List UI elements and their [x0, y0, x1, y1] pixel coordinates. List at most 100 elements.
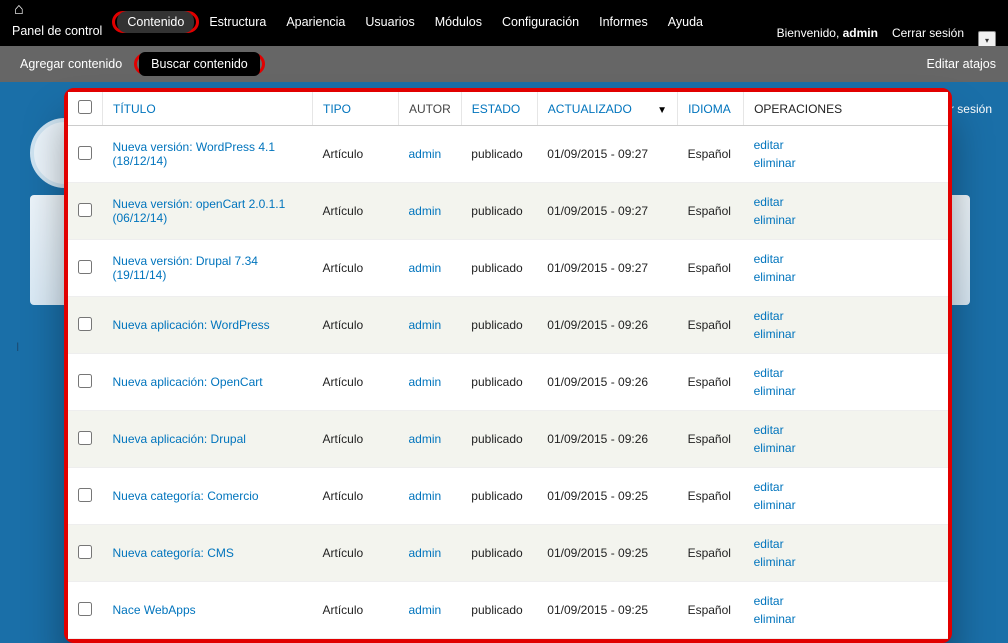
edit-link[interactable]: editar: [754, 421, 938, 439]
menu-contenido[interactable]: Contenido: [117, 11, 194, 33]
author-link[interactable]: admin: [409, 147, 442, 161]
delete-link[interactable]: eliminar: [754, 154, 938, 172]
cell-actualizado: 01/09/2015 - 09:26: [537, 411, 677, 468]
row-checkbox[interactable]: [78, 602, 92, 616]
cell-tipo: Artículo: [313, 354, 399, 411]
cell-actualizado: 01/09/2015 - 09:25: [537, 582, 677, 639]
delete-link[interactable]: eliminar: [754, 496, 938, 514]
menu-estructura[interactable]: Estructura: [199, 11, 276, 33]
delete-link[interactable]: eliminar: [754, 268, 938, 286]
menu-informes[interactable]: Informes: [589, 11, 658, 33]
author-link[interactable]: admin: [409, 261, 442, 275]
bg-stray-text-right: r sesión: [950, 102, 992, 116]
select-all-checkbox[interactable]: [78, 100, 92, 114]
cell-tipo: Artículo: [313, 126, 399, 183]
home-icon[interactable]: ⌂: [14, 2, 24, 18]
author-link[interactable]: admin: [409, 432, 442, 446]
content-title-link[interactable]: Nueva aplicación: WordPress: [113, 318, 270, 332]
cell-actualizado: 01/09/2015 - 09:27: [537, 126, 677, 183]
row-checkbox[interactable]: [78, 146, 92, 160]
row-checkbox[interactable]: [78, 488, 92, 502]
edit-shortcuts-link[interactable]: Editar atajos: [927, 57, 996, 71]
author-link[interactable]: admin: [409, 489, 442, 503]
menu-usuarios[interactable]: Usuarios: [355, 11, 424, 33]
admin-top-bar: ⌂ Panel de control Contenido Estructura …: [0, 0, 1008, 46]
cell-title: Nueva aplicación: OpenCart: [103, 354, 313, 411]
table-row: Nueva versión: WordPress 4.1 (18/12/14) A…: [68, 126, 948, 183]
content-title-link[interactable]: Nueva aplicación: Drupal: [113, 432, 246, 446]
delete-link[interactable]: eliminar: [754, 439, 938, 457]
delete-link[interactable]: eliminar: [754, 610, 938, 628]
row-checkbox-cell: [68, 240, 103, 297]
author-link[interactable]: admin: [409, 603, 442, 617]
content-title-link[interactable]: Nueva aplicación: OpenCart: [113, 375, 263, 389]
delete-link[interactable]: eliminar: [754, 325, 938, 343]
cell-operaciones: editareliminar: [744, 126, 948, 183]
table-row: Nueva aplicación: OpenCart Artículo admin p…: [68, 354, 948, 411]
cell-title: Nueva versión: Drupal 7.34 (19/11/14): [103, 240, 313, 297]
sort-titulo[interactable]: TÍTULO: [113, 102, 156, 116]
author-link[interactable]: admin: [409, 375, 442, 389]
author-link[interactable]: admin: [409, 204, 442, 218]
delete-link[interactable]: eliminar: [754, 211, 938, 229]
cell-estado: publicado: [461, 297, 537, 354]
edit-link[interactable]: editar: [754, 478, 938, 496]
cell-autor: admin: [399, 525, 462, 582]
edit-link[interactable]: editar: [754, 364, 938, 382]
cell-actualizado: 01/09/2015 - 09:25: [537, 468, 677, 525]
row-checkbox[interactable]: [78, 545, 92, 559]
author-link[interactable]: admin: [409, 546, 442, 560]
edit-link[interactable]: editar: [754, 250, 938, 268]
row-checkbox[interactable]: [78, 431, 92, 445]
edit-link[interactable]: editar: [754, 193, 938, 211]
cell-autor: admin: [399, 354, 462, 411]
cell-actualizado: 01/09/2015 - 09:26: [537, 354, 677, 411]
row-checkbox[interactable]: [78, 317, 92, 331]
row-checkbox[interactable]: [78, 374, 92, 388]
menu-ayuda[interactable]: Ayuda: [658, 11, 713, 33]
cell-autor: admin: [399, 183, 462, 240]
row-checkbox[interactable]: [78, 260, 92, 274]
header-operaciones: OPERACIONES: [754, 102, 842, 116]
content-title-link[interactable]: Nueva versión: openCart 2.0.1.1 (06/12/1…: [113, 197, 286, 225]
cell-estado: publicado: [461, 240, 537, 297]
content-title-link[interactable]: Nueva categoría: CMS: [113, 546, 234, 560]
col-estado: ESTADO: [461, 92, 537, 126]
content-title-link[interactable]: Nace WebApps: [113, 603, 196, 617]
cell-tipo: Artículo: [313, 525, 399, 582]
sort-idioma[interactable]: IDIOMA: [688, 102, 731, 116]
row-checkbox[interactable]: [78, 203, 92, 217]
menu-panel-de-control[interactable]: Panel de control: [12, 20, 112, 42]
sort-actualizado[interactable]: ACTUALIZADO: [548, 102, 632, 116]
edit-link[interactable]: editar: [754, 136, 938, 154]
table-row: Nueva aplicación: WordPressArtículoadmin…: [68, 297, 948, 354]
cell-idioma: Español: [678, 354, 744, 411]
content-title-link[interactable]: Nueva versión: Drupal 7.34 (19/11/14): [113, 254, 258, 282]
subbar-agregar-contenido[interactable]: Agregar contenido: [12, 53, 130, 75]
cell-operaciones: editareliminar: [744, 297, 948, 354]
cell-estado: publicado: [461, 354, 537, 411]
col-titulo: TÍTULO: [103, 92, 313, 126]
sort-estado[interactable]: ESTADO: [472, 102, 520, 116]
edit-link[interactable]: editar: [754, 307, 938, 325]
menu-apariencia[interactable]: Apariencia: [276, 11, 355, 33]
cell-operaciones: editareliminar: [744, 411, 948, 468]
logout-link[interactable]: Cerrar sesión: [892, 26, 964, 40]
author-link[interactable]: admin: [409, 318, 442, 332]
edit-link[interactable]: editar: [754, 535, 938, 553]
menu-configuracion[interactable]: Configuración: [492, 11, 589, 33]
sort-tipo[interactable]: TIPO: [323, 102, 351, 116]
cell-operaciones: editareliminar: [744, 240, 948, 297]
col-actualizado: ACTUALIZADO ▼: [537, 92, 677, 126]
cell-title: Nueva categoría: CMS: [103, 525, 313, 582]
content-title-link[interactable]: Nueva categoría: Comercio: [113, 489, 259, 503]
edit-link[interactable]: editar: [754, 592, 938, 610]
cell-estado: publicado: [461, 468, 537, 525]
menu-modulos[interactable]: Módulos: [425, 11, 492, 33]
cell-operaciones: editareliminar: [744, 525, 948, 582]
subbar-buscar-contenido[interactable]: Buscar contenido: [139, 52, 260, 76]
bg-stray-text-left: I: [16, 340, 19, 354]
content-title-link[interactable]: Nueva versión: WordPress 4.1 (18/12/14): [113, 140, 276, 168]
delete-link[interactable]: eliminar: [754, 382, 938, 400]
delete-link[interactable]: eliminar: [754, 553, 938, 571]
